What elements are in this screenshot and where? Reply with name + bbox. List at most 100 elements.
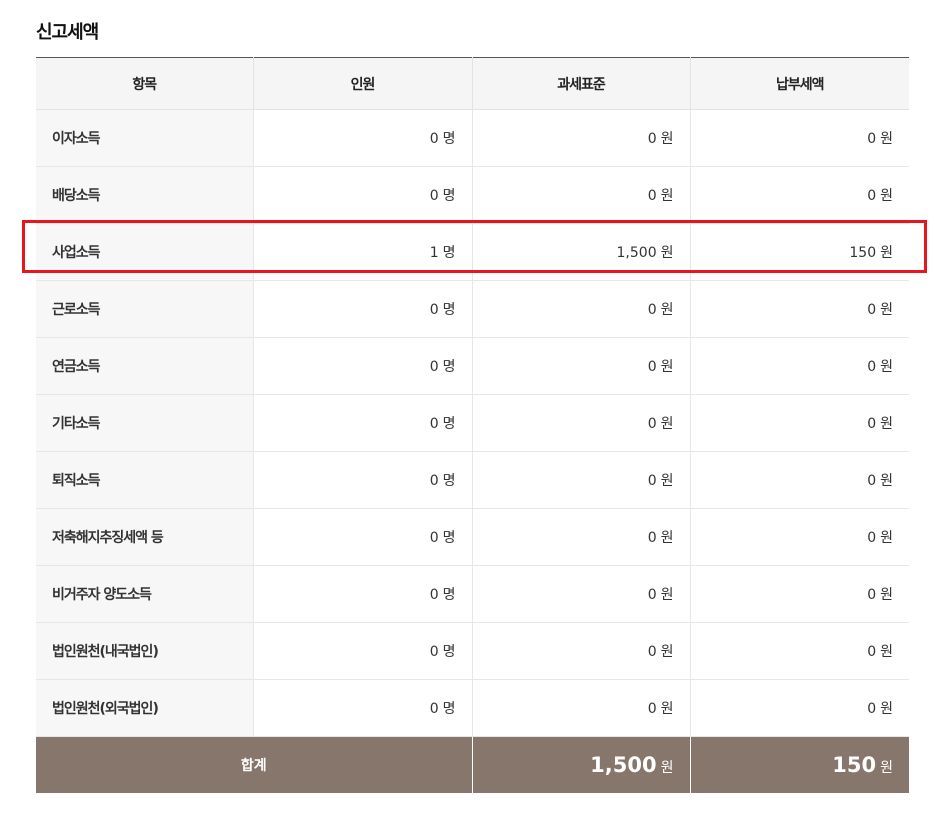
- row-tax-paid-unit: 원: [880, 587, 893, 603]
- header-people: 인원: [252, 57, 472, 110]
- row-item-label: 배당소득: [36, 166, 253, 224]
- row-tax-paid: 0원: [689, 622, 909, 680]
- total-tax-base: 1,500 원: [471, 736, 690, 793]
- row-people-value: 0: [429, 701, 439, 717]
- row-tax-paid-value: 0: [867, 359, 877, 375]
- row-people-value: 0: [429, 587, 439, 603]
- row-tax-base-value: 0: [647, 644, 657, 660]
- row-tax-paid-value: 0: [867, 587, 877, 603]
- table-header-row: 항목 인원 과세표준 납부세액: [36, 57, 909, 110]
- row-people-unit: 명: [442, 644, 456, 660]
- row-tax-base: 0원: [471, 508, 690, 566]
- table-row: 법인원천(내국법인) 0 명 0 원 0 원: [36, 622, 909, 680]
- row-people-value: 0: [429, 473, 439, 489]
- row-tax-base: 0원: [471, 451, 690, 509]
- row-tax-base-unit: 원: [660, 587, 674, 603]
- row-tax-paid-value: 0: [867, 302, 877, 318]
- row-people: 0명: [252, 166, 472, 224]
- row-people-unit: 명: [442, 302, 456, 318]
- row-tax-paid: 0원: [689, 565, 909, 623]
- row-tax-paid-unit: 원: [880, 302, 893, 318]
- total-tax-paid: 150 원: [689, 736, 909, 793]
- row-tax-paid-unit: 원: [880, 359, 893, 375]
- row-people: 0명: [252, 679, 472, 737]
- row-people-unit: 명: [442, 587, 456, 603]
- row-people-unit: 명: [442, 188, 456, 204]
- row-tax-paid-value: 0: [867, 416, 877, 432]
- row-tax-paid-unit: 원: [880, 530, 893, 546]
- row-tax-base-unit: 원: [660, 131, 674, 147]
- row-item-label: 비거주자 양도소득: [36, 565, 253, 623]
- row-tax-base-value: 1,500: [616, 245, 657, 261]
- row-tax-paid-unit: 원: [880, 188, 893, 204]
- row-item-label: 저축해지추징세액 등: [36, 508, 253, 566]
- row-tax-base-value: 0: [647, 302, 657, 318]
- row-tax-base: 0원: [471, 166, 690, 224]
- row-tax-base-unit: 원: [660, 701, 674, 717]
- row-item-label: 법인원천(외국법인): [36, 679, 253, 737]
- table-row: 비거주자 양도소득 0 명 0 원 0 원: [36, 565, 909, 623]
- row-tax-base-value: 0: [647, 587, 657, 603]
- row-tax-paid: 0원: [689, 280, 909, 338]
- header-item: 항목: [36, 57, 253, 110]
- row-item-label: 퇴직소득: [36, 451, 253, 509]
- table-row: 법인원천(외국법인) 0 명 0 원 0 원: [36, 679, 909, 737]
- row-tax-base: 1,500 원: [471, 223, 690, 281]
- row-tax-base: 0원: [471, 109, 690, 167]
- row-tax-paid: 150 원: [689, 223, 909, 281]
- row-item-label: 기타소득: [36, 394, 253, 452]
- row-tax-paid: 0원: [689, 109, 909, 167]
- section-title: 신고세액: [36, 22, 99, 43]
- total-label: 합계: [36, 736, 472, 793]
- row-people-value: 0: [429, 302, 439, 318]
- table-row: 저축해지추징세액 등0명0원0원: [36, 508, 909, 566]
- table-row: 근로소득 0 명 0 원 0 원: [36, 280, 909, 338]
- row-tax-paid-unit: 원: [880, 644, 893, 660]
- total-tax-paid-unit: 원: [880, 760, 893, 776]
- row-tax-base-unit: 원: [660, 359, 674, 375]
- row-tax-paid-unit: 원: [880, 131, 893, 147]
- table-row: 퇴직소득 0 명 0 원 0 원: [36, 451, 909, 509]
- row-tax-paid: 0원: [689, 337, 909, 395]
- row-tax-base-unit: 원: [660, 473, 674, 489]
- row-people: 0명: [252, 280, 472, 338]
- table-row: 연금소득 0 명 0 원 0 원: [36, 337, 909, 395]
- row-people-value: 0: [429, 644, 439, 660]
- row-tax-base: 0원: [471, 679, 690, 737]
- row-tax-paid: 0원: [689, 394, 909, 452]
- row-tax-paid-value: 0: [867, 131, 877, 147]
- row-people-value: 0: [429, 359, 439, 375]
- row-tax-paid-value: 0: [867, 701, 877, 717]
- row-tax-paid-unit: 원: [880, 416, 893, 432]
- row-people: 0명: [252, 622, 472, 680]
- row-tax-base: 0원: [471, 565, 690, 623]
- total-row: 합계 1,500 원 150 원: [36, 736, 909, 793]
- total-tax-base-unit: 원: [660, 760, 674, 776]
- row-tax-base-value: 0: [647, 188, 657, 204]
- row-tax-base-unit: 원: [660, 245, 674, 261]
- row-tax-base: 0원: [471, 394, 690, 452]
- row-tax-base-value: 0: [647, 530, 657, 546]
- row-tax-base: 0원: [471, 337, 690, 395]
- row-people-unit: 명: [442, 131, 456, 147]
- row-people-unit: 명: [442, 416, 456, 432]
- row-people-value: 0: [429, 131, 439, 147]
- row-people-unit: 명: [442, 701, 456, 717]
- row-tax-paid: 0원: [689, 451, 909, 509]
- row-tax-base-value: 0: [647, 473, 657, 489]
- row-people: 0명: [252, 451, 472, 509]
- row-tax-paid-unit: 원: [880, 701, 893, 717]
- table-row: 기타소득 0 명 0 원 0 원: [36, 394, 909, 452]
- table-row: 배당소득 0 명 0 원 0 원: [36, 166, 909, 224]
- row-tax-base-value: 0: [647, 416, 657, 432]
- row-tax-base-unit: 원: [660, 416, 674, 432]
- row-item-label: 사업소득: [36, 223, 253, 281]
- table-row: 이자소득 0 명 0 원 0 원: [36, 109, 909, 167]
- row-people-value: 0: [429, 416, 439, 432]
- row-tax-base-value: 0: [647, 131, 657, 147]
- total-tax-paid-value: 150: [832, 753, 877, 777]
- row-tax-paid-value: 0: [867, 473, 877, 489]
- header-tax-paid: 납부세액: [689, 57, 909, 110]
- row-people: 0명: [252, 337, 472, 395]
- total-tax-base-value: 1,500: [590, 753, 657, 777]
